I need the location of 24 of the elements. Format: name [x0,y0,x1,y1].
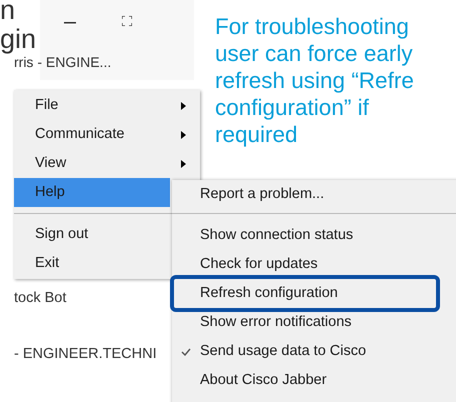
contact-name: - ENGINEER.TECHNI [14,344,157,364]
slide-title-text: n [0,0,16,25]
submenu-arrow-icon [181,160,186,168]
submenu-item[interactable]: Check for updates [200,254,318,276]
submenu-item[interactable]: Refresh configuration [200,282,338,304]
submenu-item[interactable]: Show connection status [200,224,354,246]
menu-item[interactable]: Exit [14,249,170,278]
menu-item[interactable]: File [14,91,200,120]
slide-title-text: gin [0,25,36,54]
menu-item[interactable]: View [14,149,200,178]
submenu-item[interactable]: Show error notifications [200,312,352,334]
menu-item[interactable]: Communicate [14,120,200,149]
menu-item[interactable]: Sign out [14,220,170,249]
submenu-item[interactable]: About Cisco Jabber [200,370,327,392]
menu-item[interactable]: Help [14,178,170,207]
callout-text: For troubleshooting user can force early refresh using “Refre configuration” if required [215,13,414,148]
minimize-icon[interactable] [64,22,76,24]
submenu-arrow-icon [181,102,186,110]
submenu-item[interactable]: Send usage data to Cisco [200,340,366,362]
window-title: rris - ENGINE... [14,54,112,72]
submenu-item[interactable]: Report a problem... [200,184,324,206]
contact-name: tock Bot [14,289,68,308]
maximize-icon[interactable] [122,16,132,26]
submenu-arrow-icon [181,130,186,138]
